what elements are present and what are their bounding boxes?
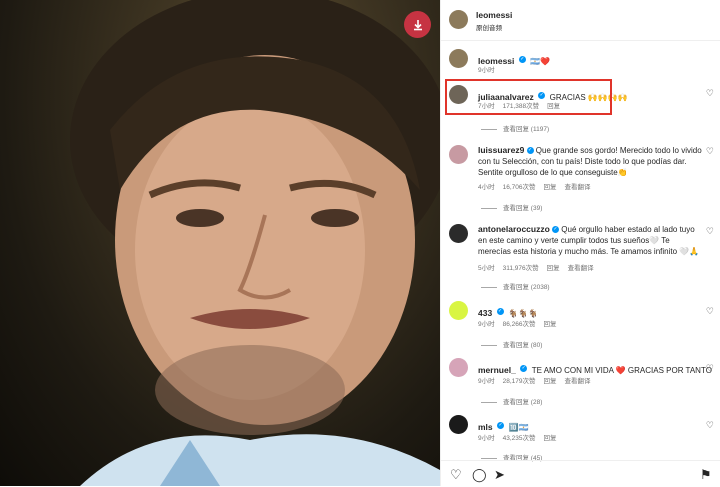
- like-heart-icon[interactable]: ♡: [706, 88, 714, 99]
- like-heart-icon[interactable]: ♡: [706, 420, 714, 431]
- verified-badge-icon: ✓: [497, 422, 505, 430]
- post-author[interactable]: leomessi: [476, 10, 512, 20]
- avatar[interactable]: [449, 224, 468, 243]
- view-replies[interactable]: 查看回复 (39): [481, 202, 542, 212]
- comment-username[interactable]: antonelaroccuzzo: [478, 224, 550, 234]
- comment-time: 5小时: [478, 265, 495, 272]
- download-icon: [413, 19, 422, 30]
- verified-badge-icon: ✓: [520, 365, 528, 373]
- bookmark-icon[interactable]: ⚑: [700, 467, 712, 483]
- comment-icon[interactable]: ◯: [472, 467, 487, 483]
- comment-likes[interactable]: 311,976次赞: [503, 265, 539, 272]
- comment-text: 🐐🐐🐐: [508, 309, 538, 318]
- avatar[interactable]: [449, 145, 468, 164]
- verified-badge-icon: ✓: [496, 308, 504, 316]
- comment-time: 9小时: [478, 435, 495, 442]
- view-replies[interactable]: 查看回复 (2038): [481, 281, 550, 291]
- comment-text: 🔟🇦🇷: [508, 423, 529, 432]
- translate-button[interactable]: 查看翻译: [565, 378, 591, 385]
- highlight-box: [445, 79, 612, 115]
- like-heart-icon[interactable]: ♡: [706, 363, 714, 374]
- caption-text: 🇦🇷❤️: [530, 57, 551, 66]
- like-heart-icon[interactable]: ♡: [450, 467, 462, 483]
- comment-username[interactable]: 433: [478, 308, 492, 318]
- audio-label[interactable]: 原创音频: [476, 22, 502, 32]
- caption-time: 9小时: [478, 67, 495, 74]
- post-image[interactable]: [0, 0, 440, 486]
- avatar[interactable]: [449, 358, 468, 377]
- comment-username[interactable]: mernuel_: [478, 365, 516, 375]
- avatar[interactable]: [449, 415, 468, 434]
- comment-likes[interactable]: 86,266次赞: [503, 321, 536, 328]
- verified-badge-icon: ✓: [552, 226, 560, 234]
- comment-time: 9小时: [478, 378, 495, 385]
- comment-likes[interactable]: 43,235次赞: [503, 435, 536, 442]
- avatar[interactable]: [449, 10, 468, 29]
- view-replies[interactable]: 查看回复 (80): [481, 339, 542, 349]
- comment-text: TE AMO CON MI VIDA ❤️ GRACIAS POR TANTO: [531, 366, 712, 375]
- download-button[interactable]: [404, 11, 431, 38]
- portrait-illustration: [70, 0, 440, 486]
- post-header: leomessi 原创音频: [441, 0, 720, 41]
- avatar[interactable]: [449, 49, 468, 68]
- comment-time: 9小时: [478, 321, 495, 328]
- verified-badge-icon: ✓: [518, 56, 526, 64]
- reply-button[interactable]: 回复: [544, 321, 557, 328]
- comment-likes[interactable]: 16,706次赞: [503, 184, 536, 191]
- comments-panel: leomessi 原创音频 leomessi ✓ 🇦🇷❤️ 9小时 juliaa…: [440, 0, 720, 486]
- share-icon[interactable]: ➤: [494, 467, 505, 483]
- verified-badge-icon: ✓: [526, 147, 534, 155]
- comment-time: 4小时: [478, 184, 495, 191]
- reply-button[interactable]: 回复: [544, 184, 557, 191]
- comment-username[interactable]: mls: [478, 422, 493, 432]
- like-heart-icon[interactable]: ♡: [706, 306, 714, 317]
- reply-button[interactable]: 回复: [544, 378, 557, 385]
- like-heart-icon[interactable]: ♡: [706, 226, 714, 237]
- action-bar: ♡ ◯ ➤ ⚑: [441, 460, 720, 487]
- reply-button[interactable]: 回复: [544, 435, 557, 442]
- like-heart-icon[interactable]: ♡: [706, 146, 714, 157]
- translate-button[interactable]: 查看翻译: [565, 184, 591, 191]
- translate-button[interactable]: 查看翻译: [568, 265, 594, 272]
- comment-username[interactable]: luissuarez9: [478, 145, 524, 155]
- comment-likes[interactable]: 28,179次赞: [503, 378, 536, 385]
- reply-button[interactable]: 回复: [547, 265, 560, 272]
- avatar[interactable]: [449, 301, 468, 320]
- view-replies[interactable]: 查看回复 (1197): [481, 123, 549, 133]
- view-replies[interactable]: 查看回复 (28): [481, 396, 542, 406]
